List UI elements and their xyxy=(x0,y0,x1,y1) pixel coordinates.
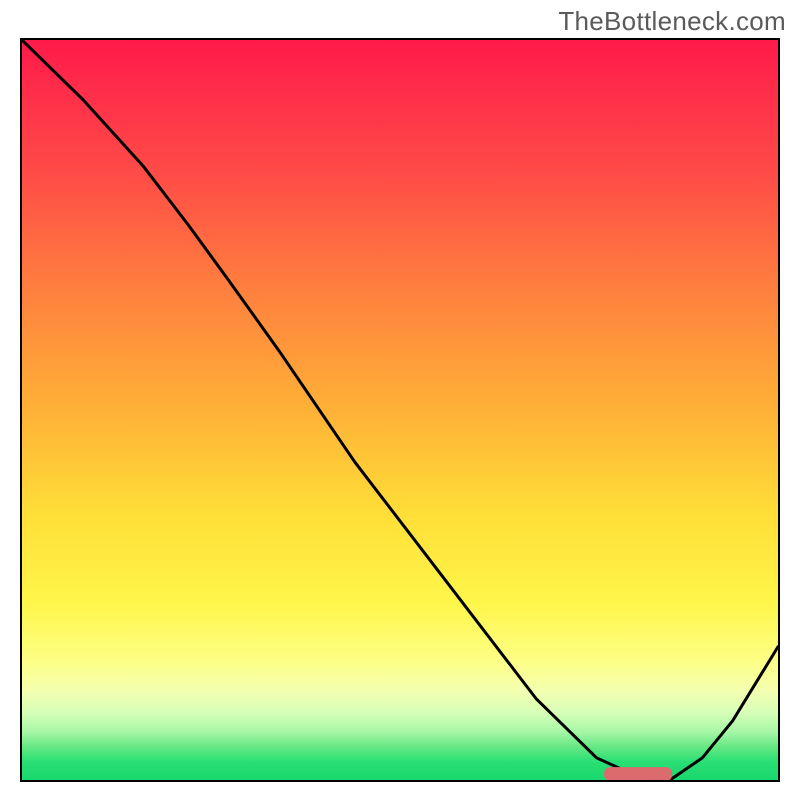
chart-container: TheBottleneck.com xyxy=(0,0,800,800)
optimal-marker xyxy=(604,767,672,780)
watermark-text: TheBottleneck.com xyxy=(558,6,786,37)
chart-overlay xyxy=(22,40,778,780)
plot-area xyxy=(20,38,780,782)
bottleneck-curve xyxy=(22,40,778,779)
